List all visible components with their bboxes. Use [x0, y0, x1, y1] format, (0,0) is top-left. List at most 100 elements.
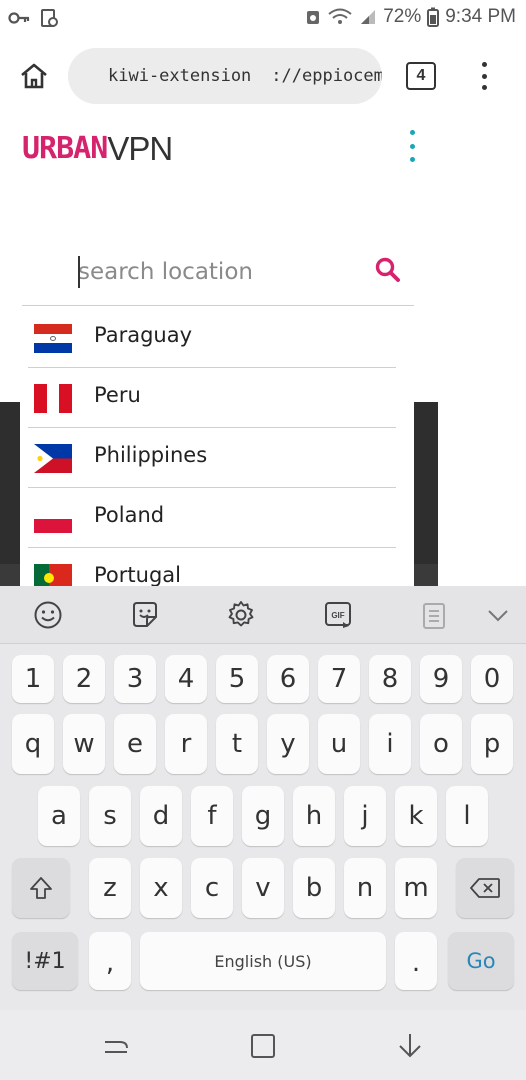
- list-item[interactable]: Peru: [22, 368, 414, 428]
- key-f[interactable]: f: [191, 786, 233, 846]
- text-cursor: [78, 256, 80, 288]
- background-strip-left: [0, 564, 20, 586]
- key-a[interactable]: a: [38, 786, 80, 846]
- url-scheme: kiwi-extension: [108, 66, 252, 86]
- onscreen-keyboard: GIF 1 2 3 4 5 6 7 8 9 0 q w e r t y u i …: [0, 586, 526, 1010]
- portugal-flag-icon: [34, 564, 72, 586]
- clipboard-icon[interactable]: [419, 600, 449, 630]
- search-input[interactable]: [78, 252, 368, 292]
- symbols-key[interactable]: !#1: [12, 932, 78, 990]
- key-7[interactable]: 7: [318, 655, 360, 703]
- vpn-key-icon: [8, 12, 30, 24]
- period-key[interactable]: .: [395, 932, 437, 990]
- battery-icon: [427, 7, 440, 27]
- recent-apps-icon[interactable]: [100, 1030, 132, 1062]
- svg-text:GIF: GIF: [331, 611, 344, 620]
- key-j[interactable]: j: [344, 786, 386, 846]
- key-w[interactable]: w: [63, 714, 105, 774]
- backspace-icon: [470, 878, 500, 898]
- key-v[interactable]: v: [242, 858, 284, 918]
- poland-flag-icon: [34, 504, 72, 533]
- back-nav-icon[interactable]: [394, 1030, 426, 1062]
- key-8[interactable]: 8: [369, 655, 411, 703]
- list-item[interactable]: Philippines: [22, 428, 414, 488]
- browser-toolbar: kiwi-extension ://eppiocemhmr 4: [0, 36, 526, 116]
- key-t[interactable]: t: [216, 714, 258, 774]
- settings-icon[interactable]: [226, 600, 256, 630]
- tab-switcher-button[interactable]: 4: [406, 62, 436, 90]
- key-n[interactable]: n: [344, 858, 386, 918]
- battery-percent: 72%: [383, 6, 422, 27]
- country-name: Portugal: [94, 563, 181, 586]
- space-key[interactable]: English (US): [140, 932, 386, 990]
- key-x[interactable]: x: [140, 858, 182, 918]
- key-3[interactable]: 3: [114, 655, 156, 703]
- key-m[interactable]: m: [395, 858, 437, 918]
- url-bar[interactable]: kiwi-extension ://eppiocemhmr: [68, 48, 382, 104]
- country-name: Poland: [94, 503, 165, 527]
- home-icon: [21, 63, 47, 89]
- key-0[interactable]: 0: [471, 655, 513, 703]
- key-9[interactable]: 9: [420, 655, 462, 703]
- key-4[interactable]: 4: [165, 655, 207, 703]
- key-1[interactable]: 1: [12, 655, 54, 703]
- urbanvpn-logo: URBAN VPN: [22, 128, 173, 166]
- list-item[interactable]: Paraguay: [22, 308, 414, 368]
- home-button[interactable]: [14, 58, 54, 94]
- go-key[interactable]: Go: [448, 932, 514, 990]
- keyboard-toolbar: GIF: [0, 586, 526, 644]
- backspace-key[interactable]: [456, 858, 514, 918]
- key-s[interactable]: s: [89, 786, 131, 846]
- key-d[interactable]: d: [140, 786, 182, 846]
- list-item[interactable]: Portugal: [22, 548, 414, 586]
- background-strip-right: [414, 564, 438, 586]
- key-k[interactable]: k: [395, 786, 437, 846]
- shift-key[interactable]: [12, 858, 70, 918]
- key-5[interactable]: 5: [216, 655, 258, 703]
- more-options-button[interactable]: [406, 130, 418, 162]
- emoji-icon[interactable]: [33, 600, 63, 630]
- key-l[interactable]: l: [446, 786, 488, 846]
- key-y[interactable]: y: [267, 714, 309, 774]
- country-name: Paraguay: [94, 323, 193, 347]
- background-panel-right: [414, 402, 438, 586]
- url-path: ://eppiocemhmr: [271, 66, 382, 86]
- search-icon[interactable]: [374, 256, 402, 284]
- shift-icon: [30, 877, 52, 899]
- key-c[interactable]: c: [191, 858, 233, 918]
- wifi-icon: [328, 8, 352, 24]
- key-z[interactable]: z: [89, 858, 131, 918]
- browser-menu-button[interactable]: [474, 58, 494, 94]
- home-nav-icon[interactable]: [247, 1030, 279, 1062]
- key-g[interactable]: g: [242, 786, 284, 846]
- key-q[interactable]: q: [12, 714, 54, 774]
- photo-notification-icon: [41, 9, 58, 27]
- key-h[interactable]: h: [293, 786, 335, 846]
- location-search: [22, 240, 414, 306]
- key-u[interactable]: u: [318, 714, 360, 774]
- key-2[interactable]: 2: [63, 655, 105, 703]
- clock: 9:34 PM: [445, 6, 516, 27]
- key-i[interactable]: i: [369, 714, 411, 774]
- key-r[interactable]: r: [165, 714, 207, 774]
- alarm-icon: [307, 11, 320, 24]
- list-item[interactable]: Poland: [22, 488, 414, 548]
- logo-urban-text: URBAN: [22, 131, 108, 166]
- chevron-down-icon[interactable]: [483, 600, 513, 630]
- key-e[interactable]: e: [114, 714, 156, 774]
- system-navigation-bar: [0, 1010, 526, 1080]
- gif-icon[interactable]: GIF: [323, 600, 353, 630]
- key-o[interactable]: o: [420, 714, 462, 774]
- status-bar: 72% 9:34 PM: [0, 0, 526, 36]
- location-list: Paraguay Peru Philippines Poland Portuga…: [22, 308, 414, 586]
- philippines-flag-icon: [34, 444, 72, 473]
- key-p[interactable]: p: [471, 714, 513, 774]
- key-b[interactable]: b: [293, 858, 335, 918]
- background-panel-left: [0, 402, 20, 586]
- comma-key[interactable]: ,: [89, 932, 131, 990]
- sticker-icon[interactable]: [130, 600, 160, 630]
- country-name: Peru: [94, 383, 141, 407]
- signal-icon: [361, 10, 376, 24]
- key-6[interactable]: 6: [267, 655, 309, 703]
- paraguay-flag-icon: [34, 324, 72, 353]
